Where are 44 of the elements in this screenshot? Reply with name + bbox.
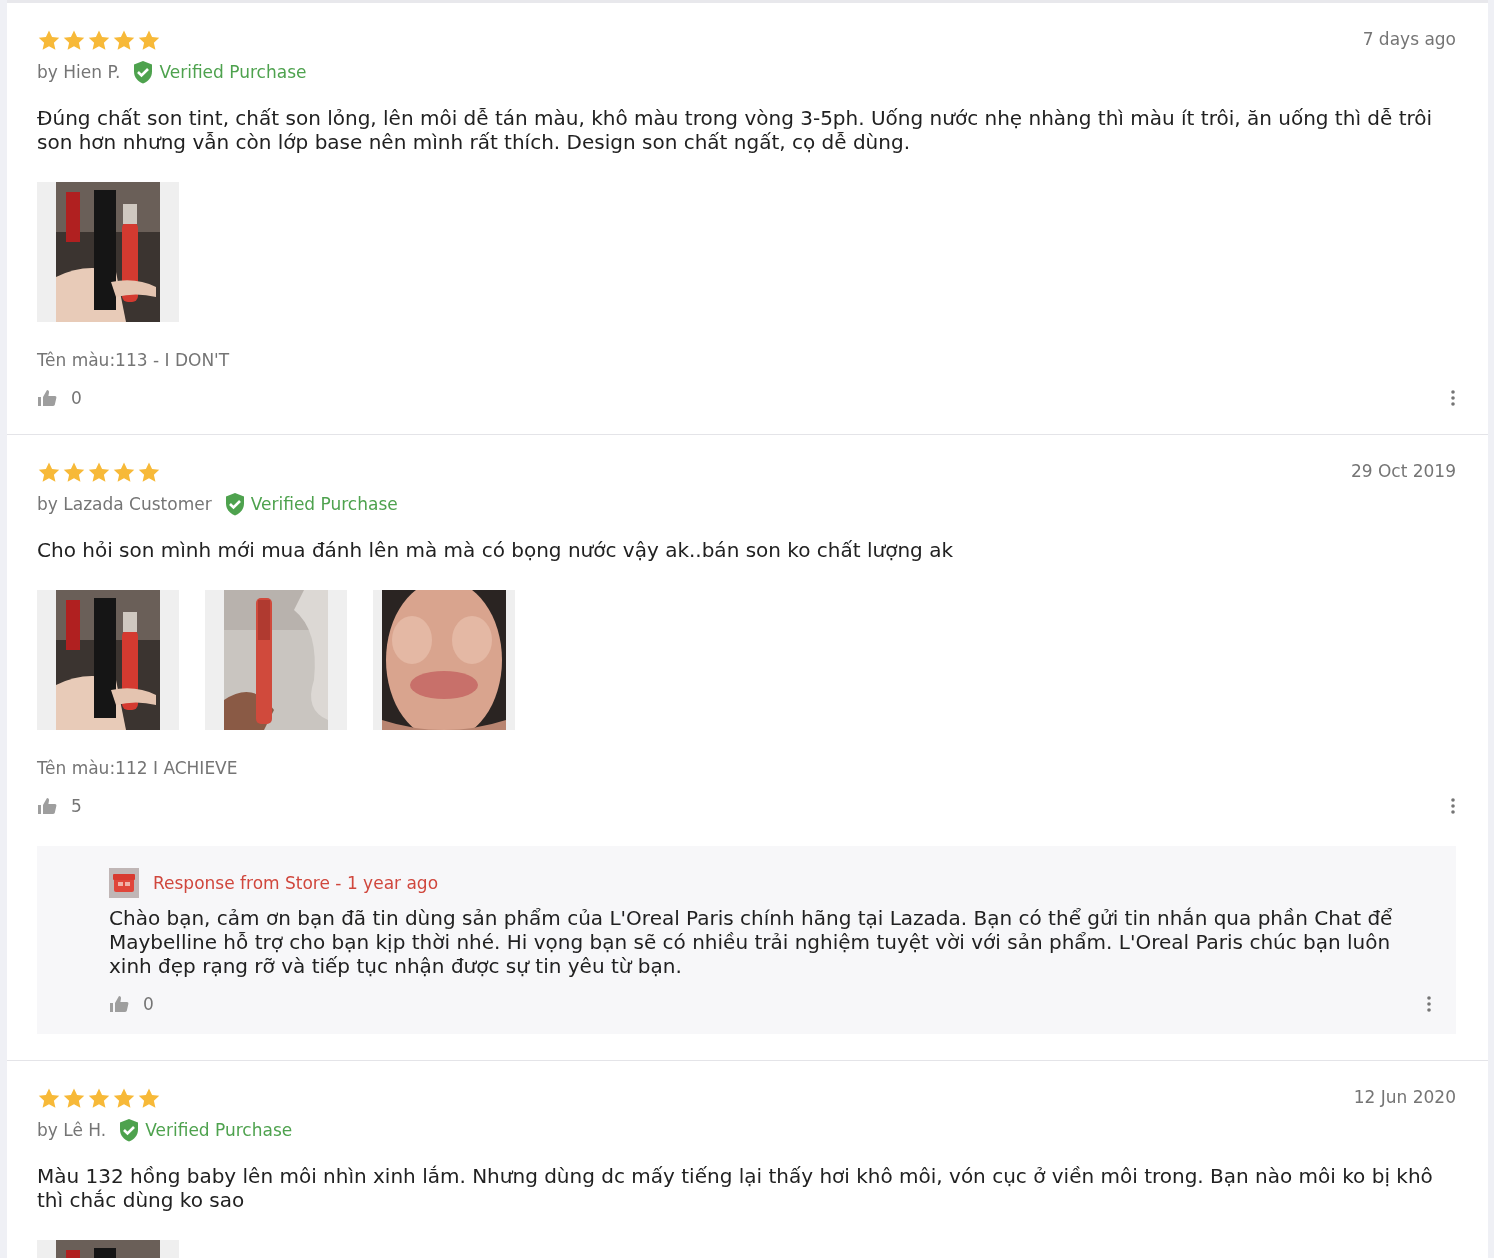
star-icon [37,461,61,484]
star-icon [112,29,136,52]
review-text: Màu 132 hồng baby lên môi nhìn xinh lắm. Nhưng dùng dc mấy tiếng lại thấy hơi khô môi, vón cục ở viền môi trong. Bạn nào môi ko bị khô thì chắc dùng ko sao [37,1164,1434,1212]
variant-label: Tên màu:112 I ACHIEVE [37,758,239,778]
star-icon [137,1087,161,1110]
verified-purchase-label: Verified Purchase [145,1120,293,1140]
review-text: Đúng chất son tint, chất son lỏng, lên môi dễ tán màu, khô màu trong vòng 3-5ph. Uống nước nhẹ nhàng thì màu ít trôi, ăn uống thì dễ trôi son hơn nhưng vẫn còn lớp base nên mình rất thích. Design son chất ngất, cọ dễ dùng. [37,106,1434,154]
star-icon [62,1087,86,1110]
reviewer-name: by Lazada Customer [37,494,212,514]
like-count: 0 [143,994,154,1014]
star-icon [87,1087,111,1110]
more-options-icon[interactable] [1426,995,1432,1013]
verified-shield-icon [118,1118,141,1142]
response-title: Response from Store - 1 year ago [153,873,439,893]
star-icon [62,461,86,484]
star-icon [137,29,161,52]
thumbs-up-icon[interactable] [37,797,57,815]
star-icon [37,29,61,52]
response-text: Chào bạn, cảm ơn bạn đã tin dùng sản phẩm của L'Oreal Paris chính hãng tại Lazada. Bạn có thể gửi tin nhắn qua phần Chat để Maybelline hỗ trợ cho bạn kịp thời nhé. Hi vọng bạn sẽ có nhiều trải nghiệm tuyệt vời với sản phẩm. L'Oreal Paris chúc bạn luôn xinh đẹp rạng rỡ và tiếp tục nhận được sự tin yêu từ bạn. [109,906,1394,978]
star-icon [112,461,136,484]
star-icon [62,29,86,52]
reviewer-name: by Hien P. [37,62,121,82]
like-count: 5 [71,796,82,816]
verified-purchase-label: Verified Purchase [250,494,398,514]
review-date: 29 Oct 2019 [1350,461,1456,481]
thumbs-up-icon[interactable] [109,995,129,1013]
more-options-icon[interactable] [1450,389,1456,407]
review-date: 7 days ago [1362,29,1456,49]
verified-shield-icon [223,492,246,516]
like-count: 0 [71,388,82,408]
verified-purchase-label: Verified Purchase [159,62,307,82]
star-icon [112,1087,136,1110]
star-icon [87,461,111,484]
reviewer-name: by Lê H. [37,1120,107,1140]
verified-shield-icon [132,60,155,84]
more-options-icon[interactable] [1450,797,1456,815]
review-text: Cho hỏi son mình mới mua đánh lên mà mà có bọng nước vậy ak..bán son ko chất lượng ak [37,538,954,562]
thumbs-up-icon[interactable] [37,389,57,407]
star-icon [137,461,161,484]
review-date: 12 Jun 2020 [1353,1087,1456,1107]
store-icon [109,868,139,898]
star-icon [37,1087,61,1110]
variant-label: Tên màu:113 - I DON'T [37,350,231,370]
star-icon [87,29,111,52]
